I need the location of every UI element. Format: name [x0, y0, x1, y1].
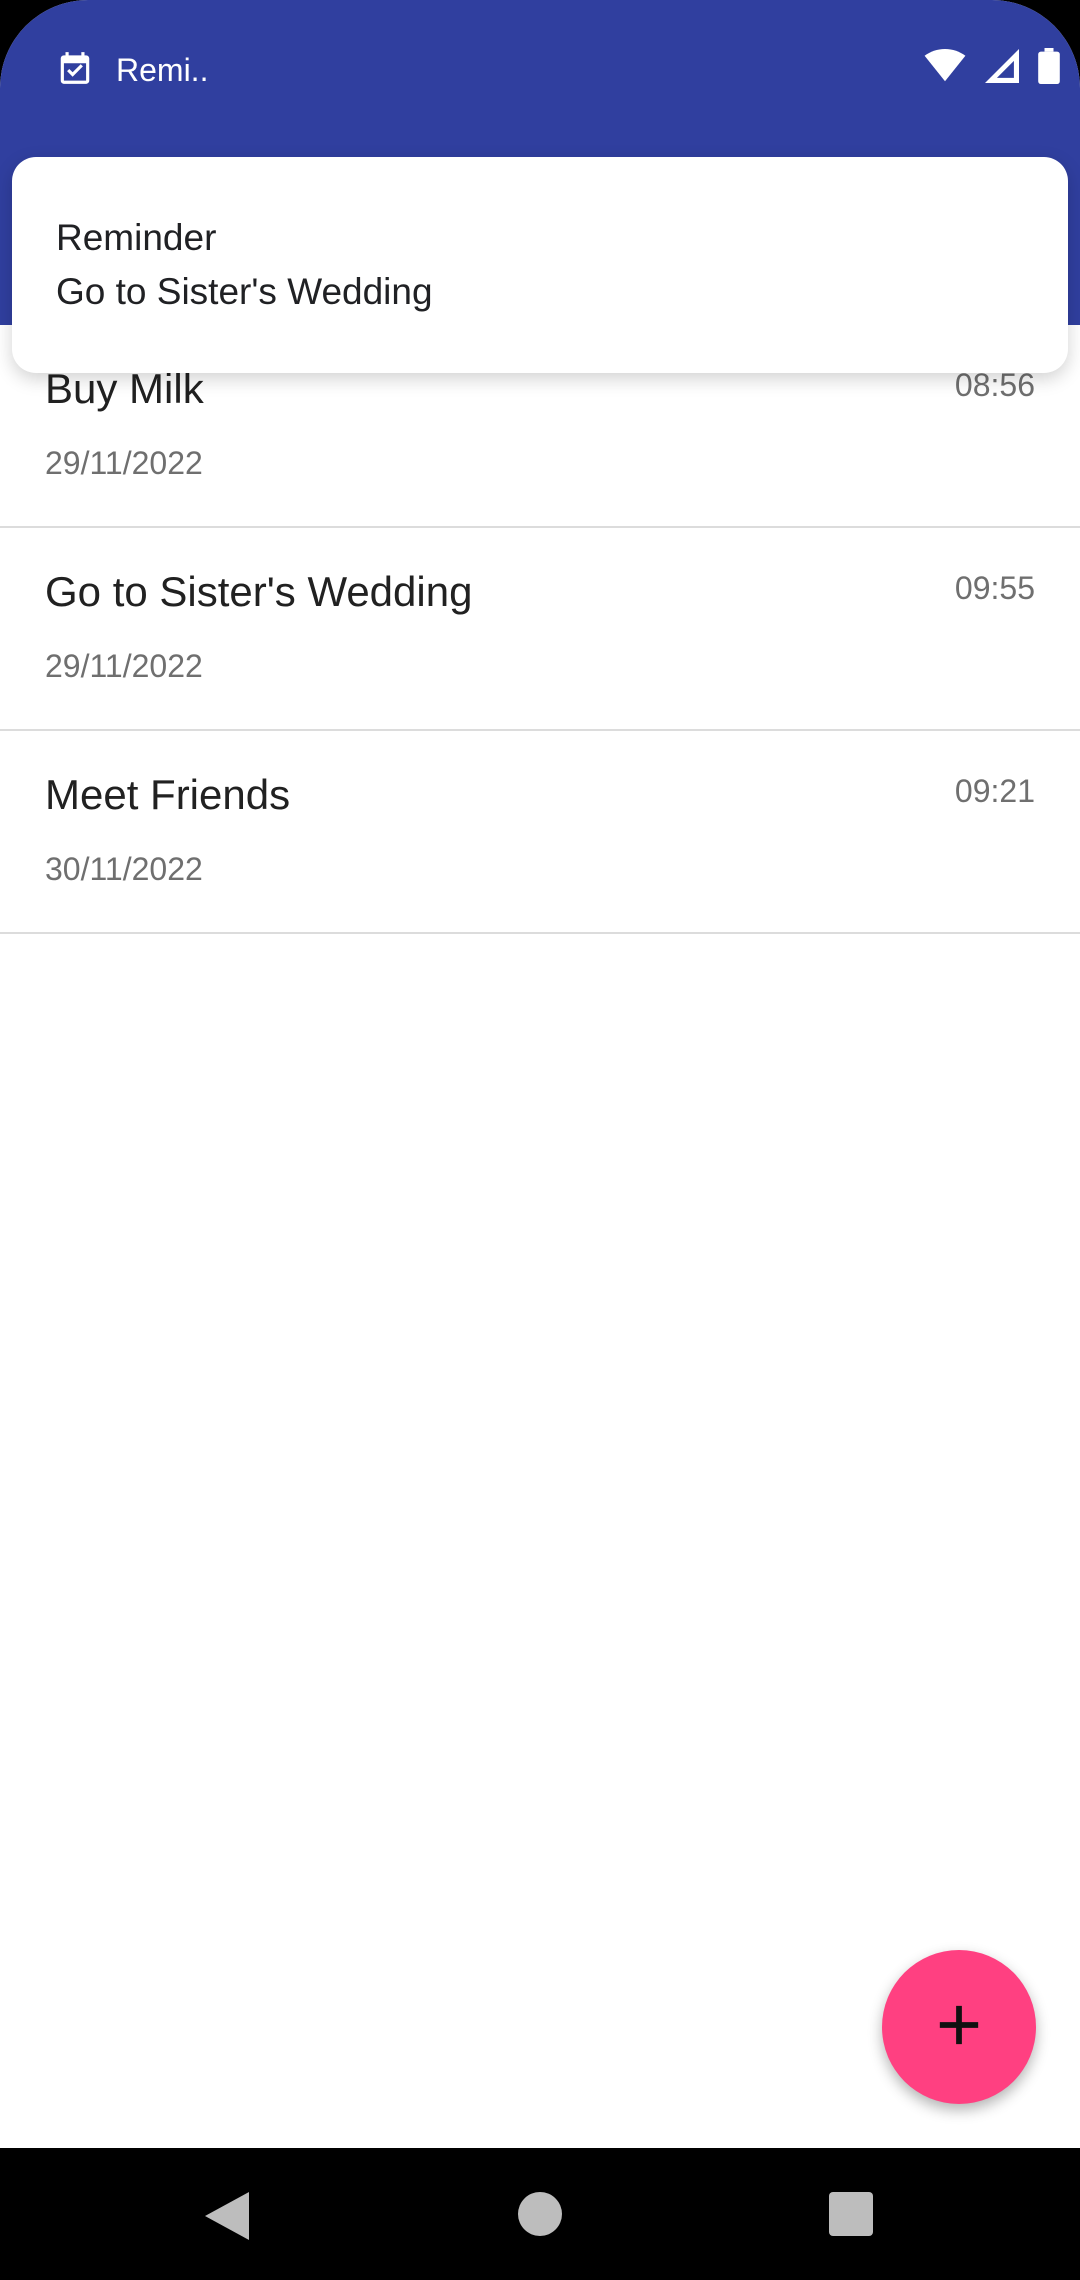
battery-icon	[1038, 48, 1060, 89]
reminder-date: 29/11/2022	[45, 648, 203, 684]
home-icon[interactable]	[518, 2192, 562, 2241]
status-app-name: Remi..	[116, 52, 209, 88]
list-item[interactable]: Meet Friends 30/11/2022 09:21	[0, 731, 1080, 934]
reminder-title: Meet Friends	[45, 771, 291, 818]
notification-title: Reminder	[56, 217, 217, 258]
navigation-bar	[0, 2148, 1080, 2280]
recents-icon[interactable]	[829, 2192, 873, 2241]
notification-text: Go to Sister's Wedding	[56, 271, 433, 312]
screen: Remi.. Buy Milk 29/11/2022 08:56 Go to S…	[0, 0, 1080, 2280]
reminder-title: Go to Sister's Wedding	[45, 568, 473, 615]
heads-up-notification[interactable]: Reminder Go to Sister's Wedding	[12, 157, 1068, 373]
reminder-time: 09:21	[954, 773, 1035, 809]
wifi-icon	[924, 49, 966, 88]
plus-icon	[936, 2002, 982, 2053]
back-icon[interactable]	[205, 2192, 249, 2245]
status-bar: Remi..	[0, 0, 1080, 140]
list-item[interactable]: Go to Sister's Wedding 29/11/2022 09:55	[0, 528, 1080, 731]
add-reminder-button[interactable]	[882, 1950, 1036, 2104]
reminder-date: 29/11/2022	[45, 445, 203, 481]
calendar-check-icon	[56, 48, 94, 93]
signal-icon	[984, 49, 1020, 88]
reminder-time: 09:55	[954, 570, 1035, 606]
reminder-list: Buy Milk 29/11/2022 08:56 Go to Sister's…	[0, 325, 1080, 934]
reminder-date: 30/11/2022	[45, 851, 203, 887]
